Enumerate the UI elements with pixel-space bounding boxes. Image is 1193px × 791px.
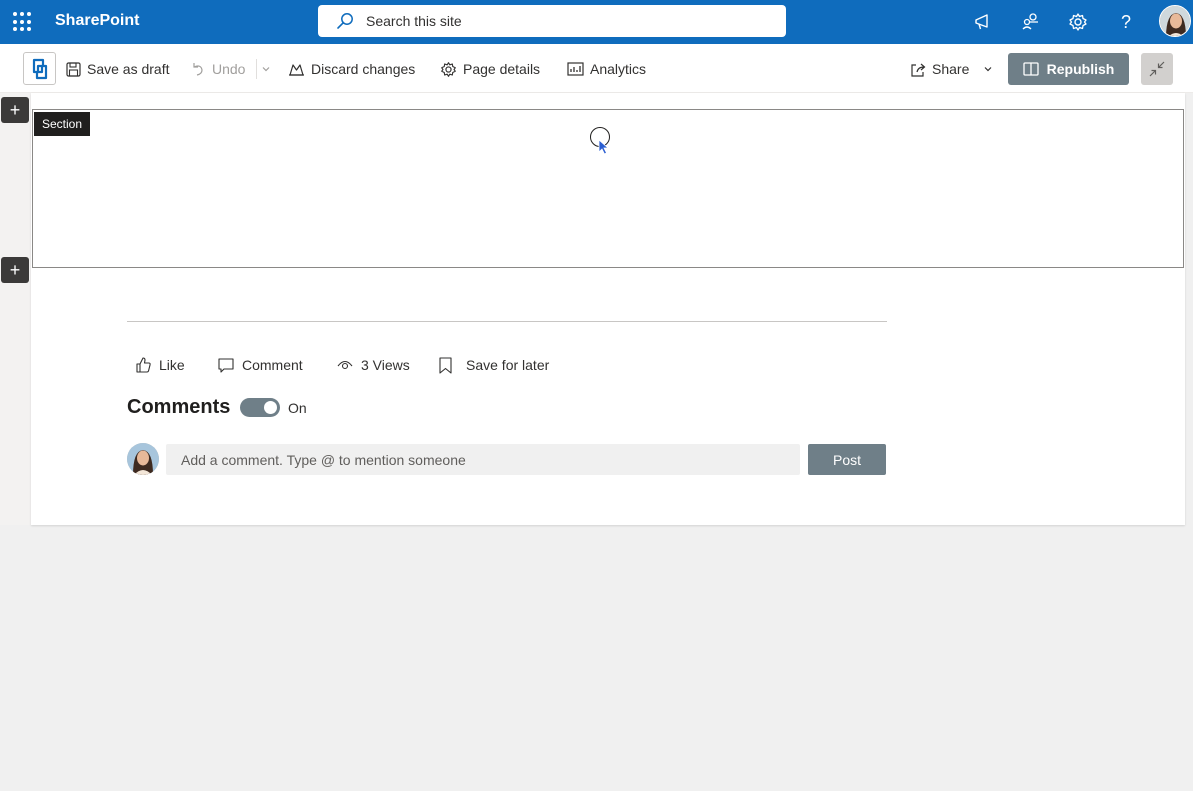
analytics-icon xyxy=(567,62,584,76)
settings-icon[interactable] xyxy=(1067,11,1089,33)
chevron-down-icon xyxy=(262,67,270,72)
post-button[interactable]: Post xyxy=(808,444,886,475)
app-name[interactable]: SharePoint xyxy=(55,12,139,30)
views-label: 3 Views xyxy=(361,357,410,373)
eye-icon xyxy=(337,360,353,370)
chevron-down-icon xyxy=(984,67,992,72)
left-rail xyxy=(0,93,31,525)
undo-dropdown-button[interactable] xyxy=(256,59,277,79)
section-label: Section xyxy=(34,112,91,136)
save-draft-button[interactable]: Save as draft xyxy=(66,59,170,79)
page-details-button[interactable]: Page details xyxy=(440,59,540,79)
search-icon xyxy=(336,12,354,35)
profile-avatar[interactable] xyxy=(1159,5,1191,37)
command-bar: Save as draft Undo Discard changes Page … xyxy=(0,44,1193,93)
commenter-avatar xyxy=(127,443,159,475)
search-placeholder: Search this site xyxy=(366,13,462,29)
thumbs-up-icon xyxy=(136,357,151,373)
like-button[interactable]: Like xyxy=(136,355,185,375)
collapse-icon xyxy=(1149,61,1165,77)
book-icon xyxy=(1023,62,1039,76)
collapse-button[interactable] xyxy=(1141,53,1173,85)
discard-changes-button[interactable]: Discard changes xyxy=(288,59,415,79)
help-icon[interactable]: ? xyxy=(1115,11,1137,33)
content-divider xyxy=(127,321,887,322)
share-label: Share xyxy=(932,61,970,77)
analytics-label: Analytics xyxy=(590,61,647,77)
share-people-icon[interactable] xyxy=(1020,11,1042,33)
undo-button[interactable]: Undo xyxy=(190,59,245,79)
plus-icon: + xyxy=(9,260,21,280)
save-icon xyxy=(66,61,81,77)
analytics-button[interactable]: Analytics xyxy=(567,59,646,79)
comment-icon xyxy=(218,357,234,373)
share-button[interactable]: Share xyxy=(910,59,999,79)
help-glyph: ? xyxy=(1120,11,1131,32)
comment-label: Comment xyxy=(242,357,303,373)
site-logo-icon[interactable] xyxy=(23,52,56,85)
comment-input[interactable] xyxy=(166,444,800,475)
mouse-pointer-icon xyxy=(598,139,610,155)
discard-icon xyxy=(289,64,304,76)
share-icon xyxy=(911,63,926,77)
comments-heading: Comments xyxy=(127,396,231,418)
views-count: 3 Views xyxy=(337,355,410,375)
app-launcher-icon[interactable] xyxy=(13,12,33,32)
toggle-knob xyxy=(264,401,277,414)
plus-icon: + xyxy=(9,100,21,120)
megaphone-icon[interactable] xyxy=(972,11,994,33)
comment-button[interactable]: Comment xyxy=(218,355,303,375)
like-label: Like xyxy=(159,357,185,373)
add-section-button-top[interactable]: + xyxy=(1,97,29,123)
suite-bar: SharePoint Search this site ? xyxy=(0,0,1193,44)
gear-icon xyxy=(441,61,456,77)
search-box[interactable]: Search this site xyxy=(318,5,786,37)
comments-toggle-state: On xyxy=(288,400,307,416)
add-section-button-bottom[interactable]: + xyxy=(1,257,29,283)
undo-label: Undo xyxy=(212,61,246,77)
discard-changes-label: Discard changes xyxy=(311,61,416,77)
republish-button[interactable]: Republish xyxy=(1008,53,1129,85)
save-for-later-button[interactable]: Save for later xyxy=(439,355,549,375)
comments-toggle[interactable] xyxy=(240,398,280,417)
page-details-label: Page details xyxy=(463,61,541,77)
bookmark-icon xyxy=(439,356,452,374)
save-for-later-label: Save for later xyxy=(466,357,550,373)
save-draft-label: Save as draft xyxy=(87,61,170,77)
undo-icon xyxy=(193,63,203,76)
republish-label: Republish xyxy=(1046,61,1115,77)
